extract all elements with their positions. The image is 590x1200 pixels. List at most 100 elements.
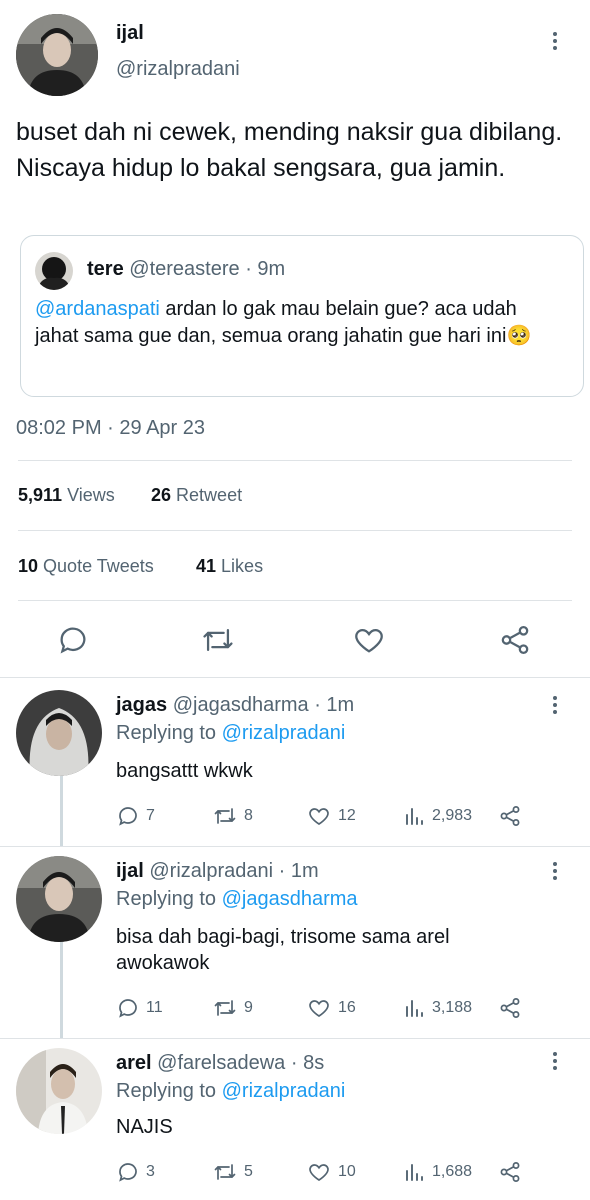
- views-button[interactable]: 3,188: [402, 996, 472, 1020]
- views-icon: [406, 1164, 423, 1181]
- like-count: 16: [338, 999, 356, 1016]
- quote-tweets-count: 10: [18, 556, 39, 576]
- reply-author-handle[interactable]: @farelsadewa: [157, 1052, 285, 1074]
- retweet-button[interactable]: 5: [212, 1160, 253, 1184]
- replying-to: Replying to @rizalpradani: [116, 722, 345, 745]
- more-options-icon[interactable]: [552, 1052, 558, 1073]
- views-button[interactable]: 2,983: [402, 804, 472, 828]
- share-icon[interactable]: [498, 996, 522, 1025]
- avatar[interactable]: [16, 690, 102, 776]
- like-count: 10: [338, 1163, 356, 1180]
- views-count: 2,983: [432, 807, 473, 824]
- reply-text: NAJIS: [116, 1116, 173, 1138]
- share-icon[interactable]: [498, 1160, 522, 1189]
- reply-time[interactable]: · 1m: [314, 694, 354, 716]
- reply-icon: [119, 807, 137, 826]
- likes-stat[interactable]: 41 Likes: [196, 556, 263, 577]
- reply-text: bangsattt wkwk: [116, 760, 253, 782]
- retweet-count: 5: [244, 1163, 253, 1180]
- author-name[interactable]: ijal: [116, 22, 144, 45]
- retweet-icon[interactable]: [200, 623, 236, 662]
- avatar[interactable]: [16, 1048, 102, 1134]
- reply-time[interactable]: · 1m: [279, 860, 319, 882]
- retweet-icon: [214, 1000, 236, 1016]
- like-icon: [309, 1000, 329, 1017]
- reply-author-name[interactable]: ijal: [116, 860, 144, 882]
- quoted-name: tere: [87, 258, 124, 280]
- avatar[interactable]: [16, 856, 102, 942]
- quote-tweets-stat[interactable]: 10 Quote Tweets: [18, 556, 154, 577]
- author-handle[interactable]: @rizalpradani: [116, 58, 240, 81]
- replying-to-label: Replying to: [116, 722, 222, 744]
- retweet-button[interactable]: 8: [212, 804, 253, 828]
- reply-button[interactable]: 11: [116, 996, 163, 1020]
- reply-icon: [119, 999, 137, 1018]
- reply-count: 7: [146, 807, 155, 824]
- likes-label: Likes: [221, 556, 264, 576]
- views-stat[interactable]: 5,911 Views: [18, 485, 115, 506]
- avatar[interactable]: [16, 14, 98, 96]
- quoted-avatar: [35, 252, 73, 290]
- divider: [0, 677, 590, 678]
- replying-to: Replying to @jagasdharma: [116, 888, 358, 911]
- retweets-stat[interactable]: 26 Retweet: [151, 485, 242, 506]
- tweet-timestamp[interactable]: 08:02 PM · 29 Apr 23: [16, 417, 205, 440]
- divider: [18, 600, 572, 601]
- retweet-count: 9: [244, 999, 253, 1016]
- share-icon[interactable]: [498, 804, 522, 833]
- replying-to-link[interactable]: @rizalpradani: [222, 1080, 346, 1102]
- replying-to: Replying to @rizalpradani: [116, 1080, 345, 1103]
- reply-icon: [119, 1163, 137, 1182]
- views-count: 5,911: [18, 485, 63, 505]
- reply-button[interactable]: 3: [116, 1160, 155, 1184]
- reply-author-name[interactable]: arel: [116, 1052, 152, 1074]
- reply-text-line-1: bisa dah bagi-bagi, trisome sama arel: [116, 926, 450, 948]
- more-options-icon[interactable]: [552, 32, 558, 53]
- reply-header: jagas @jagasdharma · 1m: [116, 694, 354, 717]
- reply-header: arel @farelsadewa · 8s: [116, 1052, 324, 1075]
- retweets-label: Retweet: [176, 485, 243, 505]
- replying-to-link[interactable]: @rizalpradani: [222, 722, 346, 744]
- views-count: 1,688: [432, 1163, 473, 1180]
- like-count: 12: [338, 807, 356, 824]
- reply-icon[interactable]: [56, 623, 90, 662]
- divider: [0, 846, 590, 847]
- retweets-count: 26: [151, 485, 172, 505]
- like-icon[interactable]: [352, 623, 386, 662]
- retweet-button[interactable]: 9: [212, 996, 253, 1020]
- reply-time[interactable]: · 8s: [291, 1052, 324, 1074]
- reply-author-name[interactable]: jagas: [116, 694, 167, 716]
- quoted-tweet-card[interactable]: tere @tereastere · 9m @ardanaspati ardan…: [20, 235, 584, 397]
- quoted-time: · 9m: [245, 258, 286, 280]
- share-icon[interactable]: [498, 623, 532, 662]
- quoted-text: @ardanaspati ardan lo gak mau belain gue…: [35, 296, 555, 350]
- reply-author-handle[interactable]: @jagasdharma: [173, 694, 309, 716]
- like-button[interactable]: 16: [306, 996, 356, 1020]
- reply-author-handle[interactable]: @rizalpradani: [149, 860, 273, 882]
- retweet-icon: [214, 808, 236, 824]
- pleading-face-emoji: 🥺: [506, 325, 532, 347]
- quoted-handle: @tereastere: [129, 258, 240, 280]
- replying-to-label: Replying to: [116, 888, 222, 910]
- like-button[interactable]: 12: [306, 804, 356, 828]
- quoted-header: tere @tereastere · 9m: [87, 258, 285, 281]
- divider: [18, 530, 572, 531]
- views-count: 3,188: [432, 999, 473, 1016]
- quote-tweets-label: Quote Tweets: [43, 556, 154, 576]
- views-label: Views: [67, 485, 115, 505]
- reply-button[interactable]: 7: [116, 804, 155, 828]
- replying-to-label: Replying to: [116, 1080, 222, 1102]
- like-button[interactable]: 10: [306, 1160, 356, 1184]
- more-options-icon[interactable]: [552, 862, 558, 883]
- more-options-icon[interactable]: [552, 696, 558, 717]
- retweet-icon: [214, 1164, 236, 1180]
- divider: [18, 460, 572, 461]
- views-button[interactable]: 1,688: [402, 1160, 472, 1184]
- replying-to-link[interactable]: @jagasdharma: [222, 888, 358, 910]
- reply-count: 3: [146, 1163, 155, 1180]
- reply-header: ijal @rizalpradani · 1m: [116, 860, 319, 883]
- reply-text-line-2: awokawok: [116, 952, 210, 974]
- tweet-text: buset dah ni cewek, mending naksir gua d…: [16, 118, 563, 182]
- quoted-mention-link[interactable]: @ardanaspati: [35, 298, 160, 320]
- like-icon: [309, 1164, 329, 1181]
